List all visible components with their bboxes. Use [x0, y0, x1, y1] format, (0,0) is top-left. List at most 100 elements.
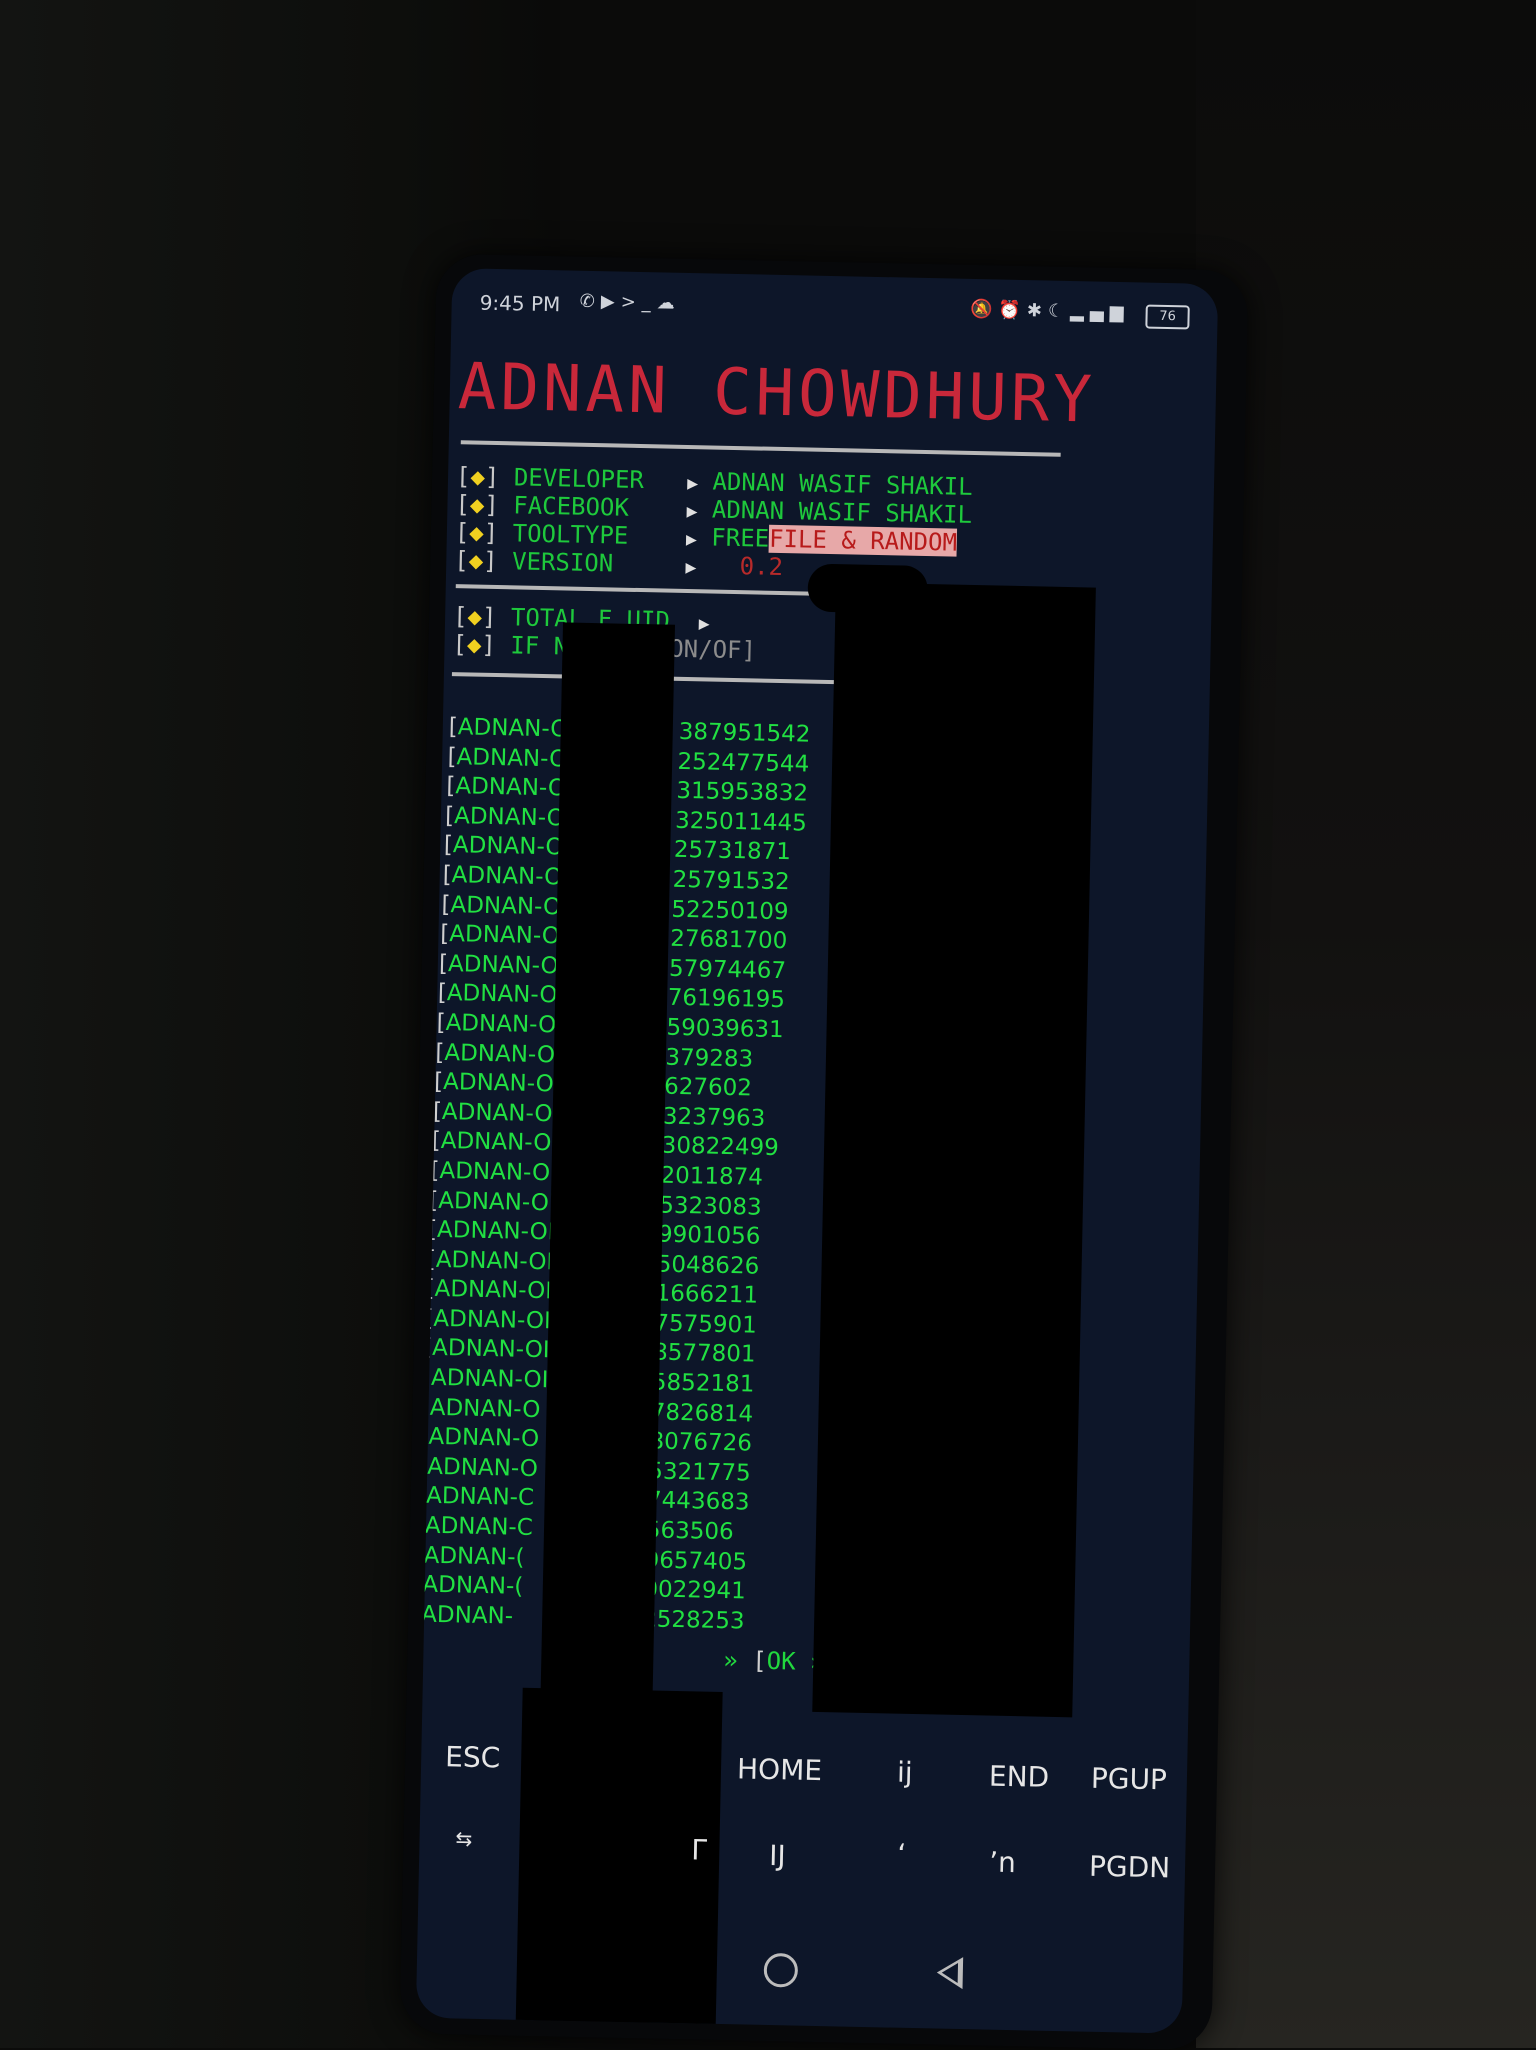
- result-row: [ADNAN-OK 5323083: [429, 1187, 762, 1220]
- result-row: [ADNAN-OK 57974467: [439, 951, 787, 984]
- 4g-signal-icon: ▂▄▆: [1069, 300, 1130, 324]
- result-id: 76196195: [667, 985, 786, 1014]
- result-row: [ADNAN- 2528253: [416, 1601, 745, 1634]
- bluetooth-icon: ✱: [1026, 300, 1049, 322]
- result-prefix: ADNAN-O: [429, 1394, 541, 1423]
- n-key[interactable]: ʼn: [989, 1846, 1016, 1880]
- terminal-screen: 9:45 PM ✆▶>_☁ 🔕⏰✱☾▂▄▆ 76 ADNAN CHOWDHURY…: [415, 268, 1219, 2034]
- version-label: VERSION: [511, 547, 614, 578]
- pgup-key[interactable]: PGUP: [1091, 1762, 1168, 1797]
- result-prefix: ADNAN-OI: [430, 1364, 549, 1394]
- result-prefix: ADNAN-O: [427, 1453, 539, 1482]
- system-icons: 🔕⏰✱☾▂▄▆: [970, 299, 1130, 323]
- youtube-icon: ▶: [600, 291, 621, 313]
- result-row: [ADNAN-OK 627602: [434, 1069, 752, 1102]
- result-row: [ADNAN-OI 8577801: [423, 1335, 756, 1368]
- result-id: 7443683: [646, 1487, 750, 1516]
- result-id: 25731871: [673, 837, 792, 866]
- tick-key[interactable]: ʻ: [897, 1838, 907, 1871]
- arrow-icon: ▶: [686, 500, 698, 523]
- esc-key[interactable]: ESC: [445, 1740, 501, 1774]
- result-row: [ADNAN-OK 7575901: [424, 1306, 757, 1339]
- result-prefix: ADNAN-O: [428, 1424, 540, 1453]
- ascii-banner: ADNAN CHOWDHURY: [457, 350, 1096, 437]
- result-prefix: ADNAN-: [420, 1601, 514, 1630]
- ij-bracket-key[interactable]: IJ: [769, 1839, 786, 1872]
- ij-key[interactable]: ij: [897, 1756, 913, 1789]
- version-value: 0.2: [739, 552, 784, 582]
- arrow-icon: ▶: [685, 556, 697, 579]
- tooltype-label: TOOLTYPE: [512, 519, 629, 550]
- back-triangle-icon[interactable]: [936, 1956, 964, 1990]
- extra-keys-bar: ESC HOME ij END PGUP ⇆ Γ IJ ʻ ʼn PGDN: [418, 1728, 1188, 1924]
- info-version: [◆] VERSION ▶ 0.2: [454, 546, 784, 582]
- result-id: 8577801: [652, 1339, 756, 1369]
- result-id: 8076726: [649, 1428, 753, 1457]
- result-row: [ADNAN-OK 2011874: [430, 1158, 763, 1191]
- whatsapp-icon: ✆: [579, 290, 602, 313]
- prompt-arrow: »: [723, 1646, 739, 1675]
- result-row: [ADNAN-OI 5852181: [422, 1364, 755, 1398]
- result-row: [ADNAN-OK 30822499: [431, 1128, 779, 1161]
- result-id: 57974467: [668, 955, 787, 984]
- result-prefix: ADNAN-(: [423, 1542, 525, 1571]
- result-id: 9901056: [657, 1221, 761, 1250]
- result-row: [ADNAN-OK 3237963: [433, 1099, 766, 1132]
- result-id: 379283: [665, 1044, 754, 1073]
- tooltype-highlight: FILE & RANDOM: [768, 524, 958, 557]
- result-id: 563506: [645, 1517, 734, 1546]
- result-id: 3237963: [662, 1103, 766, 1132]
- result-id: 252477544: [677, 748, 810, 778]
- bracket-key[interactable]: Γ: [691, 1833, 707, 1866]
- result-id: 5852181: [651, 1369, 755, 1398]
- result-id: 59039631: [666, 1014, 784, 1044]
- prompt-ok: OK: [766, 1646, 796, 1676]
- result-id: 9657405: [644, 1546, 748, 1576]
- result-id: 27681700: [669, 925, 788, 955]
- result-row: [ADNAN-O 5321775: [418, 1453, 751, 1486]
- result-prefix: ADNAN-OK: [445, 1009, 572, 1039]
- result-row: [ADNAN-OK 1666211: [425, 1276, 758, 1309]
- bracket: [: [415, 1542, 424, 1569]
- redaction-bar-top: [807, 563, 929, 615]
- result-row: [ADNAN-(0022941: [416, 1571, 746, 1605]
- banner-first-name: ADNAN: [457, 350, 672, 429]
- tooltype-value: FREE: [711, 523, 770, 553]
- result-row: [ADNAN-O 7826814: [420, 1394, 753, 1427]
- result-prefix: ADNAN-(: [422, 1571, 524, 1601]
- status-time: 9:45 PM: [479, 290, 561, 317]
- banner-last-name: CHOWDHURY: [712, 355, 1097, 438]
- tab-key[interactable]: ⇆: [455, 1826, 472, 1850]
- result-row: [ADNAN-OK 379283: [435, 1039, 753, 1072]
- arrow-icon: ▶: [686, 472, 699, 495]
- result-prefix: ADNAN-OK: [435, 1246, 562, 1276]
- result-id: 627602: [663, 1073, 753, 1102]
- result-id: 5321775: [648, 1458, 751, 1487]
- result-id: 5323083: [658, 1192, 762, 1221]
- home-circle-icon[interactable]: [763, 1952, 799, 1988]
- result-id: 1666211: [655, 1280, 759, 1309]
- home-key[interactable]: HOME: [737, 1752, 823, 1787]
- result-row: [ADNAN-OK 27681700: [440, 921, 788, 954]
- result-prefix: ADNAN-OI: [431, 1335, 550, 1364]
- result-prefix: ADNAN-OK: [436, 1217, 564, 1246]
- result-id: 315953832: [676, 778, 809, 807]
- result-id: 7826814: [650, 1399, 754, 1428]
- pgdn-key[interactable]: PGDN: [1089, 1850, 1171, 1885]
- terminal-icon: >_: [620, 291, 657, 314]
- mute-icon: 🔕: [969, 298, 999, 321]
- result-prefix: ADNAN-OK: [434, 1276, 561, 1305]
- phone-device: 9:45 PM ✆▶>_☁ 🔕⏰✱☾▂▄▆ 76 ADNAN CHOWDHURY…: [399, 253, 1249, 2050]
- result-id: 7575901: [654, 1310, 758, 1339]
- result-row: [ADNAN-C 7443683: [417, 1483, 750, 1516]
- result-id: 52250109: [671, 896, 789, 925]
- result-prefix: ADNAN-OK: [440, 1128, 567, 1157]
- cloud-icon: ☁: [656, 292, 681, 314]
- result-prefix: ADNAN-OK: [438, 1187, 565, 1217]
- status-bar: 9:45 PM ✆▶>_☁ 🔕⏰✱☾▂▄▆ 76: [479, 283, 1190, 338]
- result-row: [ADNAN-OK 9901056: [428, 1217, 761, 1250]
- redaction-bar-right: [812, 582, 1096, 1718]
- end-key[interactable]: END: [989, 1760, 1050, 1794]
- developer-label: DEVELOPER: [513, 463, 645, 495]
- result-prefix: ADNAN-OK: [444, 1039, 571, 1069]
